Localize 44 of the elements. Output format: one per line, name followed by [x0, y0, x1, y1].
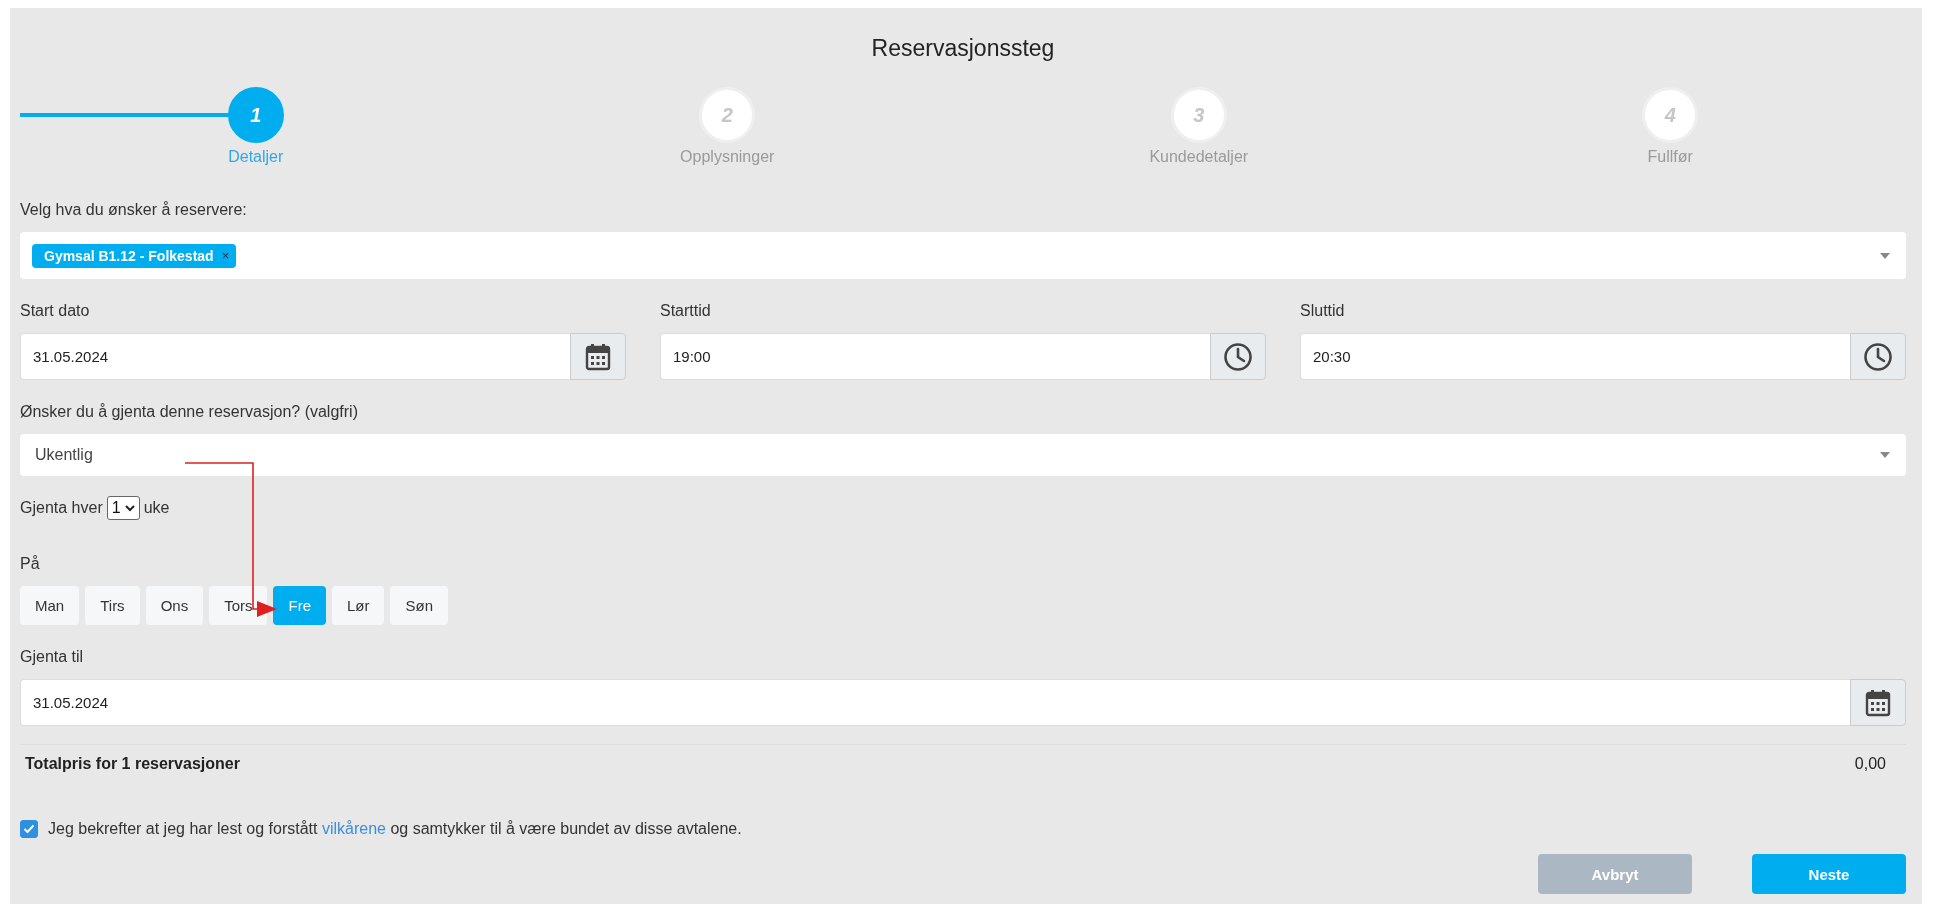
field-label: Start dato [20, 301, 91, 321]
caret-icon [1880, 252, 1890, 259]
clock-button[interactable] [1850, 333, 1906, 380]
remove-tag-button[interactable]: × [221, 248, 230, 263]
day-toggle[interactable]: Tors [209, 586, 268, 625]
interval-select[interactable]: 1 [106, 496, 140, 520]
repeat-select[interactable]: Ukentlig [20, 434, 1906, 476]
caret-icon [1880, 452, 1890, 458]
field-label: Gjenta til [20, 647, 85, 667]
chevron-icon [124, 504, 135, 512]
input-field[interactable]: 20:30 [1300, 333, 1850, 380]
field-label: Velg hva du ønsker å reservere: [20, 200, 248, 220]
calendar-button[interactable] [570, 333, 626, 380]
input-field[interactable]: 31.05.2024 [20, 679, 1850, 726]
day-toggle[interactable]: Ons [145, 586, 204, 625]
total-price: 0,00 [1854, 755, 1886, 773]
step-label: Detaljer [228, 147, 284, 167]
tag-text: Gymsal B1.12 - Folkestad [44, 246, 214, 265]
interval-label: Gjenta hver [20, 499, 103, 517]
step-label: Fullfør [1647, 147, 1693, 167]
step-label: Opplysninger [680, 147, 775, 167]
clock-icon [1863, 341, 1893, 372]
step-label: Kundedetaljer [1149, 147, 1249, 167]
resource-select[interactable]: Gymsal B1.12 - Folkestad × [20, 232, 1906, 279]
field-label: Starttid [660, 301, 712, 321]
total-label: Totalpris for 1 reservasjoner [25, 755, 240, 773]
interval-unit: uke [143, 499, 170, 517]
day-toggle[interactable]: Man [20, 586, 80, 625]
input-field[interactable]: 31.05.2024 [20, 333, 570, 380]
field-label: Sluttid [1300, 301, 1346, 321]
day-toggle[interactable]: Søn [390, 586, 448, 625]
day-toggle[interactable]: Tirs [85, 586, 140, 625]
field-label: Ønsker du å gjenta denne reservasjon? (valgfri) [20, 402, 359, 422]
calendar-icon [1865, 688, 1891, 717]
day-toggle[interactable]: Lør [332, 586, 385, 625]
terms-text: Jeg bekrefter at jeg har lest og forstått vilkårene og samtykker til å være bundet av disse avtalene. [48, 820, 742, 838]
page-title: Reservasjonssteg [870, 34, 1056, 62]
terms-checkbox[interactable] [20, 820, 38, 838]
input-field[interactable]: 19:00 [660, 333, 1210, 380]
calendar-button[interactable] [1850, 679, 1906, 726]
clock-button[interactable] [1210, 333, 1266, 380]
clock-icon [1223, 341, 1253, 372]
calendar-icon [585, 342, 611, 371]
field-label: På [20, 554, 41, 574]
